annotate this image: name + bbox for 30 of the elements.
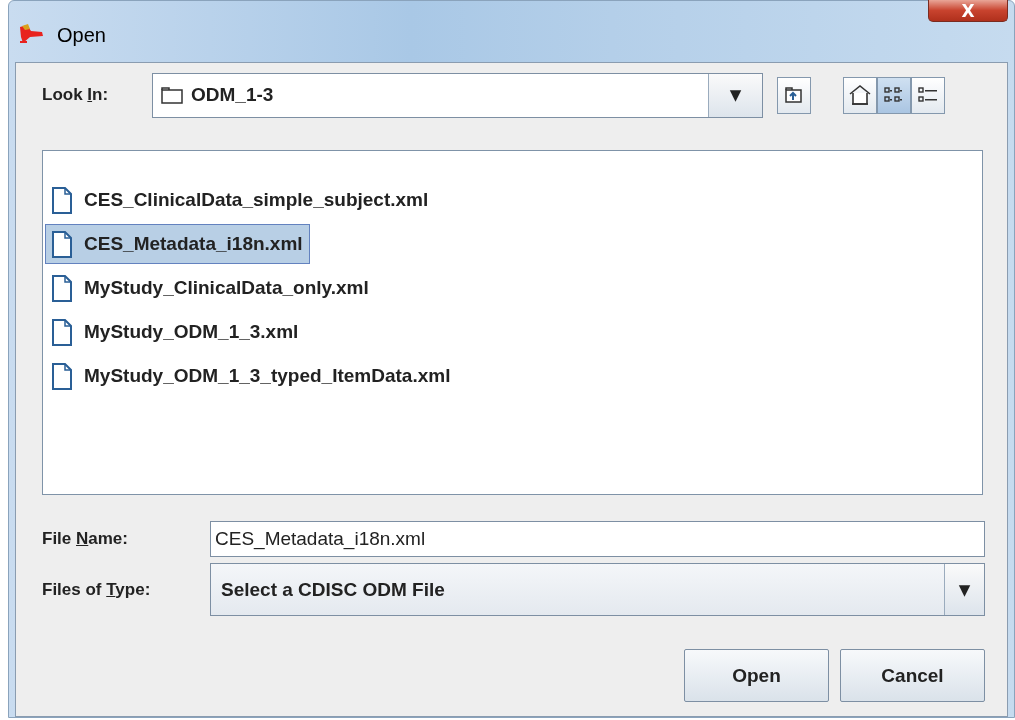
folder-up-icon: [784, 85, 804, 105]
file-icon: [52, 362, 72, 390]
details-view-button[interactable]: [911, 76, 945, 114]
up-folder-button[interactable]: [777, 76, 811, 114]
file-name-field[interactable]: CES_Metadata_i18n.xml: [210, 521, 985, 557]
file-item[interactable]: CES_Metadata_i18n.xml: [45, 224, 310, 264]
file-name-label: File Name:: [42, 529, 129, 549]
dialog-button[interactable]: Open: [684, 649, 829, 702]
file-type-dropdown[interactable]: Select a CDISC ODM File ▼: [210, 563, 985, 616]
details-view-icon: [918, 86, 938, 104]
folder-name: ODM_1-3: [191, 84, 274, 106]
file-item[interactable]: MyStudy_ODM_1_3.xml: [45, 312, 306, 352]
look-in-label: Look In:: [42, 85, 110, 105]
file-icon: [52, 186, 72, 214]
file-icon: [52, 318, 72, 346]
file-type-label: Files of Type:: [42, 579, 152, 600]
window-title: Open: [57, 23, 106, 47]
look-in-dropdown[interactable]: ODM_1-3 ▼: [152, 72, 763, 118]
home-button[interactable]: [843, 76, 877, 114]
list-view-button[interactable]: [877, 76, 911, 114]
file-item[interactable]: MyStudy_ClinicalData_only.xml: [45, 268, 376, 308]
home-icon: [849, 84, 871, 106]
list-view-icon: [884, 86, 904, 104]
file-icon: [52, 274, 72, 302]
close-button[interactable]: X: [928, 0, 1008, 22]
file-item[interactable]: CES_ClinicalData_simple_subject.xml: [45, 180, 436, 220]
file-icon: [52, 230, 72, 258]
dialog-button[interactable]: Cancel: [840, 649, 985, 702]
file-item[interactable]: MyStudy_ODM_1_3_typed_ItemData.xml: [45, 356, 458, 396]
folder-icon: [161, 86, 183, 104]
